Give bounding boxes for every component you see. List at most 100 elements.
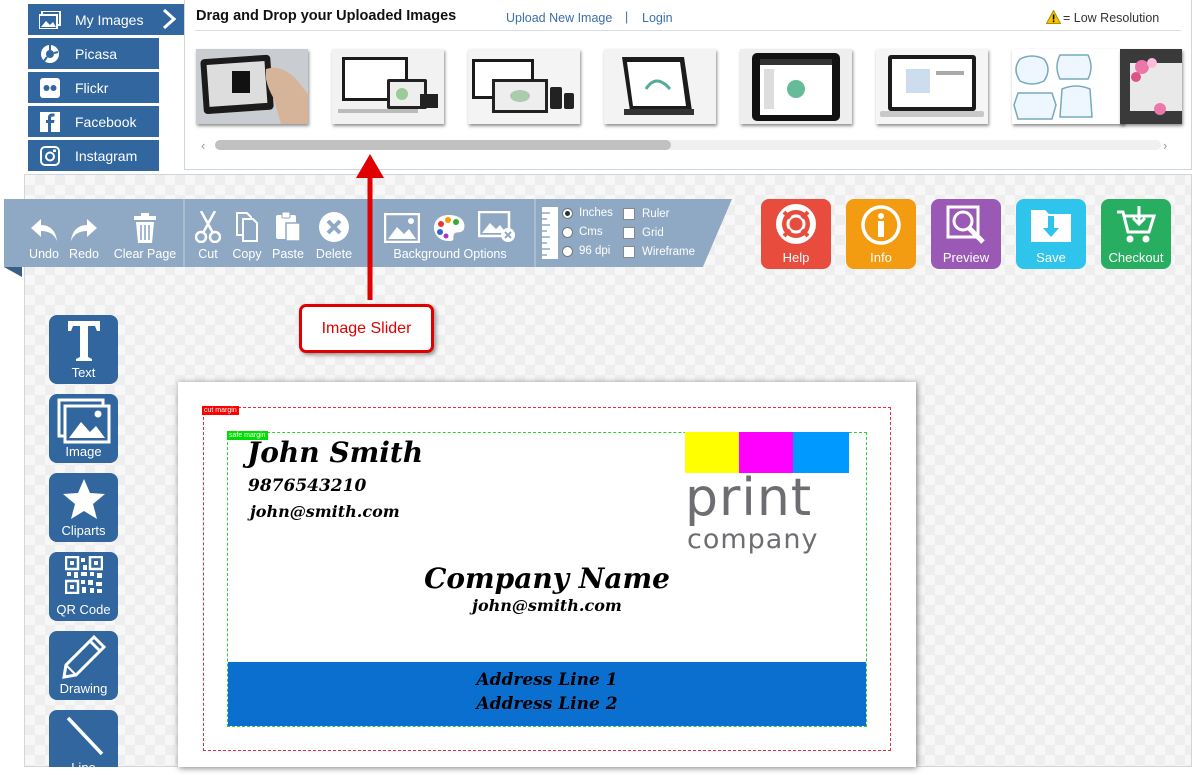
gallery-thumbnail[interactable] bbox=[1120, 49, 1182, 124]
toggle-label: Grid bbox=[642, 227, 664, 239]
gallery-thumbnail[interactable] bbox=[1012, 49, 1124, 124]
paste-button[interactable]: Paste bbox=[271, 203, 305, 271]
cliparts-tool-button[interactable]: Cliparts bbox=[49, 473, 118, 542]
lifebuoy-icon bbox=[761, 204, 831, 244]
card-company-name[interactable]: Company Name bbox=[178, 562, 916, 595]
source-label: Instagram bbox=[75, 147, 138, 164]
unit-96dpi-radio[interactable]: 96 dpi bbox=[562, 245, 610, 257]
logo-word-print: print bbox=[685, 468, 813, 528]
source-picasa[interactable]: Picasa bbox=[28, 38, 159, 69]
preview-label: Preview bbox=[942, 250, 990, 265]
save-button[interactable]: Save bbox=[1016, 199, 1086, 269]
delete-label: Delete bbox=[315, 247, 353, 261]
undo-icon bbox=[29, 203, 59, 243]
background-image-icon bbox=[384, 213, 420, 243]
info-label: Info bbox=[870, 250, 892, 265]
save-label: Save bbox=[1036, 250, 1066, 265]
source-label: Facebook bbox=[75, 113, 137, 130]
annotation-arrow bbox=[354, 152, 386, 307]
link-separator: | bbox=[625, 10, 629, 24]
image-tool-button[interactable]: Image bbox=[49, 394, 118, 463]
qr-code-tool-button[interactable]: QR Code bbox=[49, 552, 118, 621]
magnifier-icon bbox=[931, 204, 1001, 246]
print-company-logo[interactable]: print company bbox=[685, 432, 850, 557]
gallery-thumbnail[interactable] bbox=[876, 49, 988, 124]
unit-label: Cms bbox=[579, 226, 603, 238]
source-facebook[interactable]: Facebook bbox=[28, 106, 159, 137]
toolbar-fold bbox=[4, 267, 22, 277]
scissors-icon bbox=[195, 203, 221, 243]
low-resolution-legend: = Low Resolution bbox=[1063, 11, 1160, 25]
gallery-title: Drag and Drop your Uploaded Images bbox=[196, 8, 457, 24]
card-phone[interactable]: 9876543210 bbox=[248, 476, 366, 496]
card-name[interactable]: John Smith bbox=[247, 436, 423, 469]
text-tool-button[interactable]: Text bbox=[49, 315, 118, 384]
clear-page-label: Clear Page bbox=[113, 247, 177, 261]
checkout-button[interactable]: Checkout bbox=[1101, 199, 1171, 269]
unit-cms-radio[interactable]: Cms bbox=[562, 226, 603, 238]
tool-label: QR Code bbox=[56, 602, 111, 617]
card-email[interactable]: john@smith.com bbox=[250, 502, 400, 521]
gallery-thumbnail[interactable] bbox=[332, 49, 444, 124]
gallery-thumbnail[interactable] bbox=[468, 49, 580, 124]
source-label: Flickr bbox=[75, 79, 109, 96]
scroll-left-icon[interactable]: ‹ bbox=[201, 138, 205, 153]
clear-page-button[interactable]: Clear Page bbox=[112, 203, 178, 271]
card-address-line-1[interactable]: Address Line 1 bbox=[228, 670, 866, 690]
cut-button[interactable]: Cut bbox=[193, 203, 223, 271]
unit-inches-radio[interactable]: Inches bbox=[562, 207, 613, 219]
copy-button[interactable]: Copy bbox=[230, 203, 264, 271]
star-icon bbox=[49, 477, 118, 521]
copy-label: Copy bbox=[232, 247, 262, 261]
source-instagram[interactable]: Instagram bbox=[28, 140, 159, 171]
cut-label: Cut bbox=[198, 247, 218, 261]
login-link[interactable]: Login bbox=[642, 11, 673, 25]
card-address-line-2[interactable]: Address Line 2 bbox=[228, 694, 866, 714]
line-tool-button[interactable]: Line bbox=[49, 710, 118, 775]
flickr-icon bbox=[39, 77, 61, 99]
tool-label: Drawing bbox=[59, 681, 108, 696]
background-options-button[interactable]: Background Options bbox=[382, 203, 518, 271]
gallery-thumbnail[interactable] bbox=[604, 49, 716, 124]
scroll-right-icon[interactable]: › bbox=[1163, 138, 1167, 153]
source-my-images[interactable]: My Images bbox=[28, 4, 184, 35]
remove-background-icon bbox=[478, 211, 515, 242]
redo-icon bbox=[69, 203, 99, 243]
chevron-right-icon[interactable] bbox=[162, 8, 177, 32]
delete-button[interactable]: Delete bbox=[314, 203, 354, 271]
tool-label: Cliparts bbox=[61, 523, 106, 538]
help-button[interactable]: Help bbox=[761, 199, 831, 269]
info-icon bbox=[846, 204, 916, 246]
undo-label: Undo bbox=[29, 247, 59, 261]
paste-icon bbox=[274, 203, 302, 243]
preview-button[interactable]: Preview bbox=[931, 199, 1001, 269]
gallery-thumbnail[interactable] bbox=[740, 49, 852, 124]
upload-new-image-link[interactable]: Upload New Image bbox=[506, 11, 612, 25]
line-icon bbox=[49, 714, 118, 758]
unit-label: 96 dpi bbox=[579, 245, 611, 257]
delete-icon bbox=[318, 203, 350, 243]
gallery-thumbnail[interactable] bbox=[196, 49, 308, 124]
scrollbar-thumb[interactable] bbox=[215, 140, 671, 150]
address-band[interactable]: Address Line 1 Address Line 2 bbox=[228, 662, 866, 726]
cut-margin-label: cut margin bbox=[202, 406, 239, 415]
gallery-scrollbar[interactable]: ‹ › bbox=[199, 138, 1179, 153]
background-options-label: Background Options bbox=[393, 247, 507, 261]
undo-button[interactable]: Undo bbox=[26, 203, 62, 271]
redo-label: Redo bbox=[69, 247, 99, 261]
tool-label: Image bbox=[65, 444, 102, 459]
download-folder-icon bbox=[1016, 204, 1086, 244]
grid-checkbox[interactable]: Grid bbox=[623, 227, 664, 239]
drawing-tool-button[interactable]: Drawing bbox=[49, 631, 118, 700]
image-slider-annotation: Image Slider bbox=[299, 304, 434, 353]
wireframe-checkbox[interactable]: Wireframe bbox=[623, 246, 695, 258]
ruler-checkbox[interactable]: Ruler bbox=[623, 208, 669, 220]
source-flickr[interactable]: Flickr bbox=[28, 72, 159, 103]
card-company-email[interactable]: john@smith.com bbox=[178, 596, 916, 615]
redo-button[interactable]: Redo bbox=[66, 203, 102, 271]
business-card-canvas[interactable]: cut margin safe margin print company Joh… bbox=[178, 382, 916, 767]
copy-icon bbox=[233, 203, 261, 243]
picasa-icon bbox=[39, 43, 61, 65]
help-label: Help bbox=[782, 250, 810, 265]
info-button[interactable]: Info bbox=[846, 199, 916, 269]
